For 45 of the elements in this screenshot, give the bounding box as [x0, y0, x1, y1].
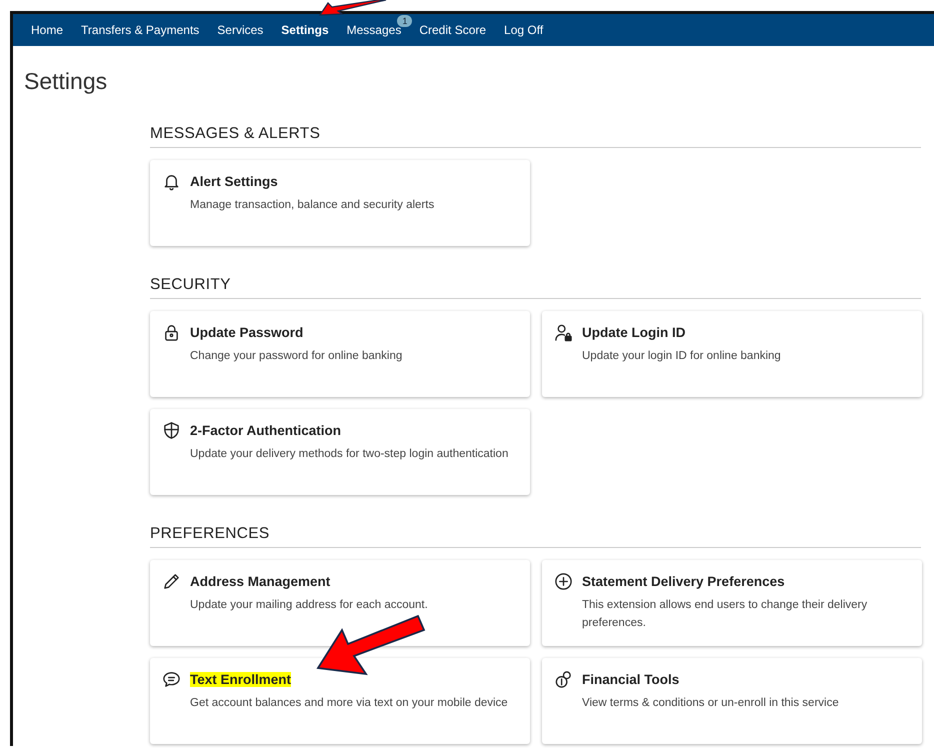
page-title: Settings: [23, 67, 108, 95]
card-title: Address Management: [190, 574, 330, 589]
settings-card[interactable]: 2-Factor Authentication Update your delivery methods for two-step login authentication: [150, 409, 530, 495]
settings-card[interactable]: Statement Delivery Preferences This extension allows end users to change their delivery preferences.: [542, 560, 922, 646]
nav-link[interactable]: Services: [208, 14, 272, 46]
card-title: Statement Delivery Preferences: [582, 574, 785, 589]
settings-card[interactable]: Address Management Update your mailing address for each account.: [150, 560, 530, 646]
card-description: View terms & conditions or un-enroll in this service: [582, 696, 840, 711]
nav-link[interactable]: Log Off: [495, 14, 552, 46]
pencil-icon: [162, 572, 181, 591]
bell-icon: [162, 172, 181, 191]
settings-card[interactable]: Financial Tools View terms & conditions or un-enroll in this service: [542, 658, 922, 744]
nav-link[interactable]: Messages 1: [338, 14, 410, 46]
message-count-badge: 1: [397, 15, 412, 27]
card-description: Change your password for online banking: [190, 349, 404, 364]
nav-link[interactable]: Credit Score: [410, 14, 496, 46]
section-heading: MESSAGES & ALERTS: [150, 125, 921, 148]
settings-card[interactable]: Text Enrollment Get account balances and more via text on your mobile device: [150, 658, 530, 744]
nav-link[interactable]: Home: [22, 14, 72, 46]
shield-icon: [162, 421, 181, 440]
card-title: Update Password: [190, 325, 304, 340]
section-heading: SECURITY: [150, 276, 921, 299]
card-description: Update your mailing address for each account.: [190, 598, 429, 613]
card-title: Text Enrollment: [190, 672, 292, 687]
pointer-arrow: [318, 0, 388, 16]
card-description: Update your login ID for online banking: [582, 349, 782, 364]
settings-card[interactable]: Update Login ID Update your login ID for online banking: [542, 311, 922, 397]
lock-icon: [162, 323, 181, 342]
section-heading: PREFERENCES: [150, 525, 921, 548]
card-description: This extension allows end users to change their delivery preferences.: [582, 598, 868, 631]
card-description: Update your delivery methods for two-step login authentication: [190, 447, 510, 462]
card-title: Alert Settings: [190, 174, 278, 189]
card-description: Get account balances and more via text on your mobile device: [190, 696, 509, 711]
card-title: Update Login ID: [582, 325, 686, 340]
nav-link[interactable]: Transfers & Payments: [72, 14, 208, 46]
settings-card[interactable]: Alert Settings Manage transaction, balance and security alerts: [150, 160, 530, 246]
card-title: 2-Factor Authentication: [190, 423, 342, 438]
coins-icon: [554, 670, 573, 689]
card-description: Manage transaction, balance and security alerts: [190, 198, 436, 213]
chat-bubble-icon: [162, 670, 181, 689]
nav-link[interactable]: Settings: [272, 14, 338, 46]
user-lock-icon: [554, 323, 573, 342]
card-title: Financial Tools: [582, 672, 680, 687]
settings-card[interactable]: Update Password Change your password for online banking: [150, 311, 530, 397]
plus-circle-icon: [554, 572, 573, 591]
